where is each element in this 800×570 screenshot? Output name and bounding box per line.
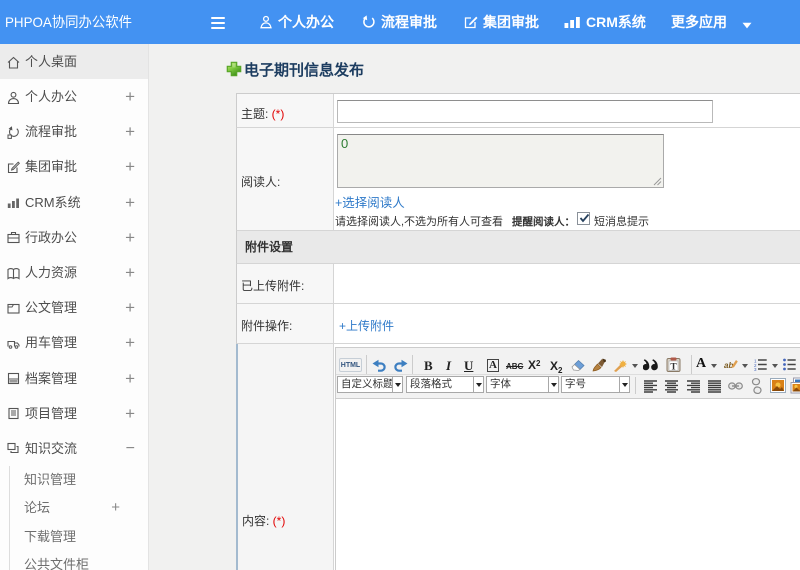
svg-text:T: T bbox=[670, 363, 677, 373]
svg-text:ab: ab bbox=[724, 361, 733, 370]
svg-text:3: 3 bbox=[754, 367, 757, 371]
